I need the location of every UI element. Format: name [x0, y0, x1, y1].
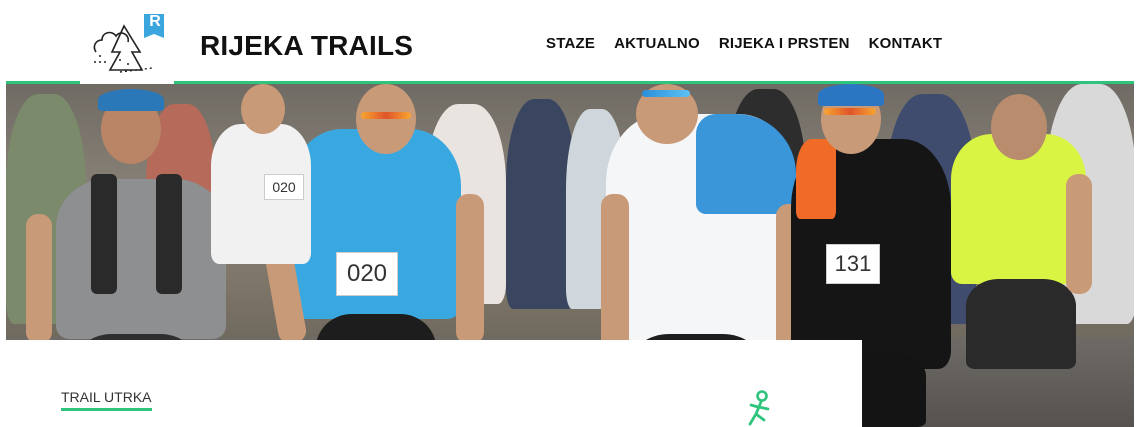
race-bib: 131 [826, 244, 880, 284]
race-bib: 020 [336, 252, 398, 296]
race-bib: 020 [264, 174, 304, 200]
section-label[interactable]: TRAIL UTRKA [61, 389, 152, 411]
nav-item-rijeka-i-prsten[interactable]: RIJEKA I PRSTEN [719, 35, 850, 52]
content-card [6, 340, 862, 427]
nav-item-staze[interactable]: STAZE [546, 35, 595, 52]
main-nav: STAZE AKTUALNO RIJEKA I PRSTEN KONTAKT [546, 35, 942, 52]
nav-item-aktualno[interactable]: AKTUALNO [614, 35, 700, 52]
runner-icon [748, 390, 770, 426]
logo-badge-letter: R [149, 13, 161, 30]
nav-item-kontakt[interactable]: KONTAKT [869, 35, 943, 52]
site-title[interactable]: RIJEKA TRAILS [200, 30, 413, 62]
